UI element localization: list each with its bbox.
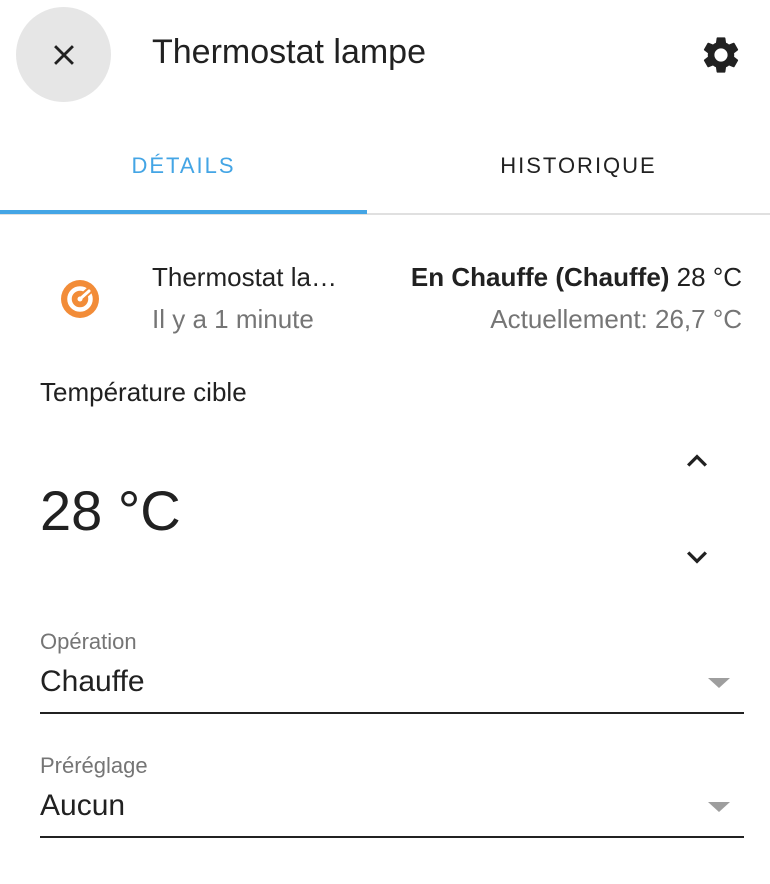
preset-label: Préréglage [40, 753, 148, 778]
target-temperature-value: 28 °C [40, 479, 181, 542]
target-temperature-label: Température cible [40, 377, 247, 407]
last-changed: Il y a 1 minute [152, 304, 314, 334]
operation-value: Chauffe [40, 665, 145, 698]
thermostat-icon [58, 277, 102, 321]
state-summary: En Chauffe (Chauffe) 28 °C [411, 260, 742, 294]
hvac-mode: En Chauffe (Chauffe) [410, 262, 670, 292]
tab-active-indicator [0, 210, 367, 214]
operation-underline [40, 712, 744, 714]
increase-temperature-button[interactable] [668, 432, 726, 490]
chevron-down-icon [687, 551, 707, 564]
operation-select[interactable]: Opération Chauffe [40, 628, 744, 714]
gear-icon [703, 37, 739, 73]
target-temperature-summary: 28 °C [676, 262, 742, 292]
dropdown-arrow-icon [708, 802, 730, 812]
entity-name[interactable]: Thermostat lampe [152, 260, 352, 294]
tab-history-label: Historique [500, 153, 657, 178]
current-temperature: Actuellement: 26,7 °C [490, 304, 742, 334]
chevron-up-icon [687, 454, 707, 467]
preset-select[interactable]: Préréglage Aucun [40, 752, 744, 838]
close-icon [53, 44, 74, 65]
decrease-temperature-button[interactable] [668, 528, 726, 586]
preset-value: Aucun [40, 789, 126, 822]
dialog-title: Thermostat lampe [152, 33, 426, 71]
settings-button[interactable] [692, 26, 750, 84]
tab-details[interactable]: Détails [0, 140, 367, 212]
dropdown-arrow-icon [708, 678, 730, 688]
preset-underline [40, 836, 744, 838]
operation-label: Opération [40, 629, 137, 654]
tab-details-label: Détails [131, 153, 236, 178]
close-button[interactable] [16, 7, 111, 102]
tab-history[interactable]: Historique [395, 140, 762, 212]
